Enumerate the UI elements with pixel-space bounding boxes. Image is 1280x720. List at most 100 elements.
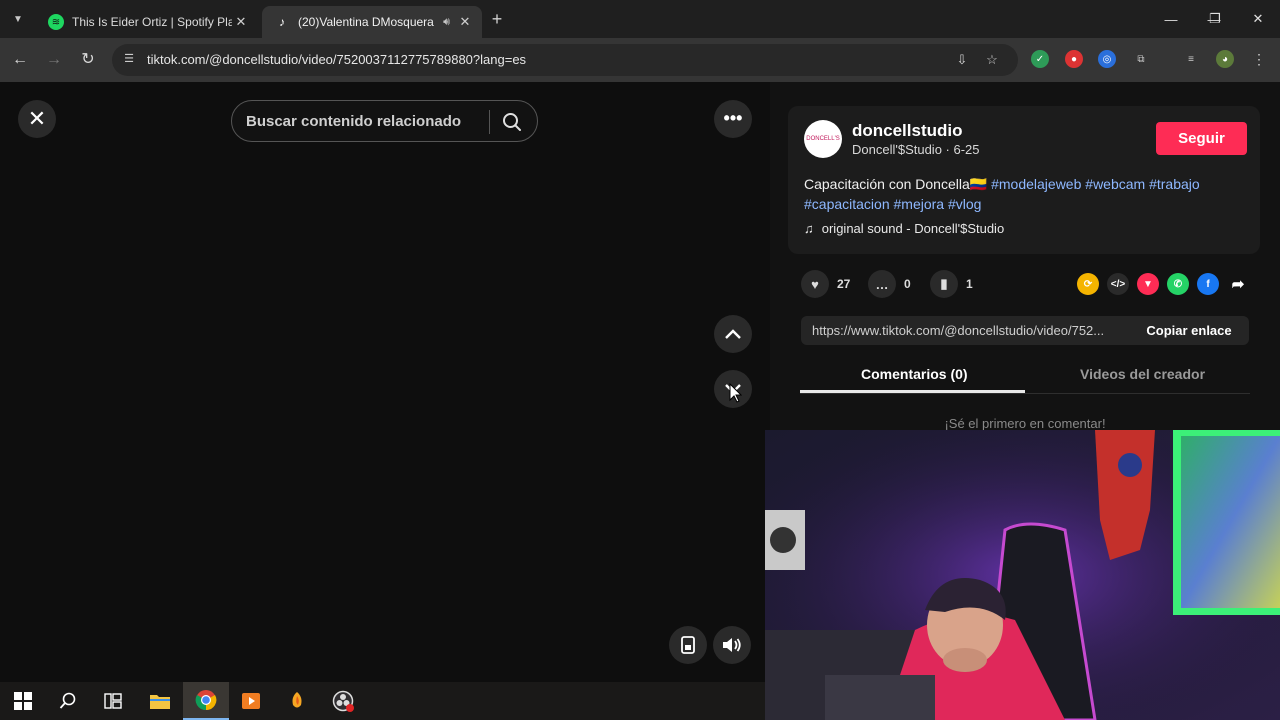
minimize-button-2[interactable]: — xyxy=(1149,0,1193,38)
mouse-pointer-icon xyxy=(729,382,742,403)
windows-logo-icon xyxy=(14,692,32,710)
username[interactable]: doncellstudio xyxy=(852,121,963,141)
share-url[interactable]: https://www.tiktok.com/@doncellstudio/vi… xyxy=(812,323,1104,338)
comment-count: 0 xyxy=(904,277,911,291)
obs-button[interactable] xyxy=(320,682,366,720)
search-placeholder: Buscar contenido relacionado xyxy=(246,113,462,130)
related-search-input[interactable]: Buscar contenido relacionado xyxy=(231,100,538,142)
install-app-icon[interactable]: ⇩ xyxy=(954,52,970,68)
back-icon[interactable]: ← xyxy=(8,48,32,72)
avatar[interactable]: DONCELL'S xyxy=(804,120,842,158)
tab-title: This Is Eider Ortiz | Spotify Playl xyxy=(72,15,232,29)
chrome-icon xyxy=(195,690,217,711)
comment-button[interactable]: … 0 xyxy=(868,270,911,298)
hashtag[interactable]: #webcam xyxy=(1085,176,1145,192)
search-icon[interactable] xyxy=(501,111,523,133)
extensions-puzzle-icon[interactable]: ⧉ xyxy=(1132,50,1150,68)
screen: { "browser": { "tabs": [ {"title": "This… xyxy=(0,0,1280,720)
caption-text: Capacitación con Doncella🇨🇴 xyxy=(804,176,988,192)
pip-icon xyxy=(681,636,695,654)
video-player[interactable] xyxy=(0,82,770,682)
empty-comments-text: ¡Sé el primero en comentar! xyxy=(944,416,1106,431)
save-button[interactable]: ▮ 1 xyxy=(930,270,973,298)
like-button[interactable]: ♥ 27 xyxy=(801,270,850,298)
send-icon[interactable]: ▼ xyxy=(1137,273,1159,295)
folder-icon xyxy=(150,695,170,709)
tab-tiktok[interactable]: ♪ (20)Valentina DMosquera ( 🔊︎ ✕ xyxy=(262,6,482,38)
fl-studio-icon xyxy=(292,692,302,708)
hashtag[interactable]: #vlog xyxy=(948,196,981,212)
floating-player-button[interactable] xyxy=(669,626,707,664)
post-caption: Capacitación con Doncella🇨🇴 #modelajeweb… xyxy=(804,174,1244,214)
more-options-button[interactable]: ••• xyxy=(714,100,752,138)
embed-icon[interactable]: </> xyxy=(1107,273,1129,295)
browser-toolbar: ← → ↻ ☰ tiktok.com/@doncellstudio/video/… xyxy=(0,38,1280,82)
webcam-overlay xyxy=(765,430,1280,720)
restore-button[interactable]: ❐ xyxy=(1193,0,1237,38)
start-button[interactable] xyxy=(0,682,46,720)
reload-icon[interactable]: ↻ xyxy=(76,48,100,72)
avatar-logo-text: DONCELL'S xyxy=(806,136,840,142)
hashtag[interactable]: #mejora xyxy=(894,196,945,212)
chrome-menu-icon[interactable]: ⋮ xyxy=(1250,50,1268,68)
window-close-button[interactable]: ✕ xyxy=(1236,0,1280,38)
chevron-up-icon xyxy=(725,329,741,339)
volume-icon xyxy=(723,638,741,652)
windows-taskbar xyxy=(0,682,765,720)
tab-search-icon[interactable]: ▼ xyxy=(6,7,30,31)
task-view-button[interactable] xyxy=(90,682,136,720)
media-player-button[interactable] xyxy=(228,682,274,720)
tab-title: (20)Valentina DMosquera ( xyxy=(298,15,438,29)
repost-icon[interactable]: ⟳ xyxy=(1077,273,1099,295)
tab-spotify[interactable]: ≋ This Is Eider Ortiz | Spotify Playl ✕ xyxy=(36,6,258,38)
taskbar-search-button[interactable] xyxy=(45,682,91,720)
save-count: 1 xyxy=(966,277,973,291)
tiktok-icon: ♪ xyxy=(279,15,285,29)
close-tab-icon[interactable]: ✕ xyxy=(456,14,474,30)
media-player-icon xyxy=(242,693,260,709)
task-view-icon xyxy=(104,693,122,709)
facebook-icon[interactable]: f xyxy=(1197,273,1219,295)
tab-creator-videos[interactable]: Videos del creador xyxy=(1080,366,1205,382)
hashtag[interactable]: #capacitacion xyxy=(804,196,890,212)
tab-strip: ▼ ≋ This Is Eider Ortiz | Spotify Playl … xyxy=(0,0,1280,38)
url-text: tiktok.com/@doncellstudio/video/75200371… xyxy=(147,52,527,67)
copy-link-button[interactable]: Copiar enlace xyxy=(1129,316,1249,345)
bookmark-star-icon[interactable]: ☆ xyxy=(984,52,1000,68)
sound-label: original sound - Doncell'$Studio xyxy=(821,221,1005,236)
fl-studio-button[interactable] xyxy=(274,682,320,720)
shield-extension-icon[interactable]: ✓ xyxy=(1031,50,1049,68)
sound-link[interactable]: ♫ original sound - Doncell'$Studio xyxy=(804,221,1004,236)
address-bar[interactable]: ☰ tiktok.com/@doncellstudio/video/752003… xyxy=(112,44,1018,76)
author-subline: Doncell'$Studio · 6-25 xyxy=(852,142,980,157)
new-tab-button[interactable]: + xyxy=(486,9,508,31)
close-viewer-button[interactable]: ✕ xyxy=(18,100,56,138)
site-info-icon[interactable]: ☰ xyxy=(122,52,136,66)
media-controls-icon[interactable]: ≡ xyxy=(1182,50,1200,68)
volume-button[interactable] xyxy=(713,626,751,664)
profile-avatar[interactable]: ◕ xyxy=(1216,50,1234,68)
music-note-icon: ♫ xyxy=(804,221,814,236)
follow-button[interactable]: Seguir xyxy=(1156,122,1247,155)
whatsapp-icon[interactable]: ✆ xyxy=(1167,273,1189,295)
comment-icon: … xyxy=(868,270,896,298)
bookmark-icon: ▮ xyxy=(930,270,958,298)
search-icon xyxy=(59,692,76,709)
heart-icon: ♥ xyxy=(801,270,829,298)
speaker-icon[interactable]: 🔊︎ xyxy=(443,16,450,29)
like-count: 27 xyxy=(837,277,851,291)
tab-comments[interactable]: Comentarios (0) xyxy=(861,366,968,382)
spotify-icon: ≋ xyxy=(48,14,64,30)
swirl-extension-icon[interactable]: ◎ xyxy=(1098,50,1116,68)
hashtag[interactable]: #modelajeweb xyxy=(991,176,1081,192)
obs-icon xyxy=(332,690,354,712)
hashtag[interactable]: #trabajo xyxy=(1149,176,1200,192)
file-explorer-button[interactable] xyxy=(137,682,183,720)
record-extension-icon[interactable]: ● xyxy=(1065,50,1083,68)
search-divider xyxy=(489,110,490,134)
chrome-taskbar-button[interactable] xyxy=(183,682,229,720)
forward-icon[interactable]: → xyxy=(42,48,66,72)
previous-video-button[interactable] xyxy=(714,315,752,353)
close-tab-icon[interactable]: ✕ xyxy=(232,14,250,30)
share-arrow-icon[interactable]: ➦ xyxy=(1227,273,1249,295)
